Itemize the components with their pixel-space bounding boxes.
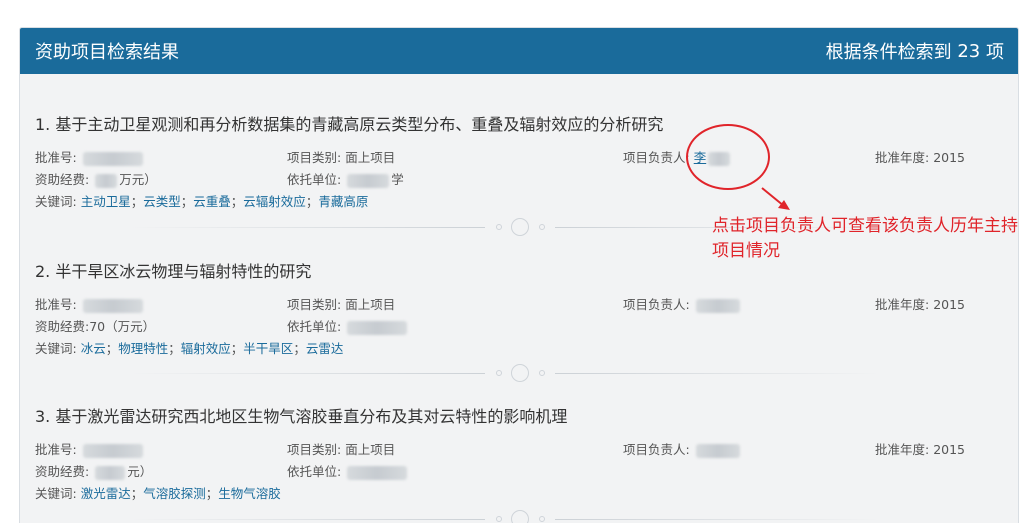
item-divider xyxy=(130,364,880,384)
approval-no: 批准号: xyxy=(35,439,145,461)
keyword-separator: ； xyxy=(230,341,244,356)
redacted-value xyxy=(695,298,740,313)
keyword-separator: ； xyxy=(205,486,219,501)
redacted-value xyxy=(95,173,118,188)
funding: 资助经费: 万元） xyxy=(35,172,157,188)
keyword-separator: ； xyxy=(130,194,144,209)
redacted-value xyxy=(347,173,390,188)
funding: 资助经费:70（万元） xyxy=(35,319,156,334)
host-org: 依托单位: 学 xyxy=(287,172,404,188)
approval-no: 批准号: xyxy=(35,294,145,316)
redacted-value xyxy=(695,443,740,458)
keyword-link[interactable]: 气溶胶探测 xyxy=(143,486,206,501)
search-results-panel: 资助项目检索结果 根据条件检索到 23 项 1. 基于主动卫星观测和再分析数据集… xyxy=(19,27,1019,523)
keyword-link[interactable]: 云类型 xyxy=(143,194,181,209)
keyword-separator: ； xyxy=(305,194,319,209)
project-category: 项目类别: 面上项目 xyxy=(287,297,396,312)
approval-year: 批准年度: 2015 xyxy=(875,442,966,457)
annotation-text: 点击项目负责人可查看该负责人历年主持项目情况 xyxy=(712,216,1018,261)
project-category: 项目类别: 面上项目 xyxy=(287,150,396,165)
results-count-suffix: 项 xyxy=(986,42,1004,63)
approval-year: 批准年度: 2015 xyxy=(875,150,966,165)
results-header: 资助项目检索结果 根据条件检索到 23 项 xyxy=(20,28,1018,74)
keyword-separator: ； xyxy=(105,341,119,356)
redacted-value xyxy=(347,320,408,335)
keyword-list: 激光雷达；气溶胶探测；生物气溶胶 xyxy=(81,486,281,501)
funding: 资助经费: 元） xyxy=(35,464,153,480)
annotation-circle xyxy=(686,124,770,190)
keyword-link[interactable]: 青藏高原 xyxy=(318,194,368,209)
keyword-link[interactable]: 激光雷达 xyxy=(81,486,131,501)
project-title[interactable]: 1. 基于主动卫星观测和再分析数据集的青藏高原云类型分布、重叠及辐射效应的分析研… xyxy=(35,113,1005,137)
project-item: 2. 半干旱区冰云物理与辐射特性的研究 批准号: 项目类别: 面上项目 项目负责… xyxy=(35,260,1005,360)
approval-year: 批准年度: 2015 xyxy=(875,297,966,312)
redacted-value xyxy=(82,298,143,313)
keywords: 关键词: 主动卫星；云类型；云重叠；云辐射效应；青藏高原 xyxy=(35,194,369,209)
keyword-link[interactable]: 生物气溶胶 xyxy=(218,486,281,501)
keyword-link[interactable]: 冰云 xyxy=(81,341,106,356)
keywords: 关键词: 冰云；物理特性；辐射效应；半干旱区；云雷达 xyxy=(35,341,344,356)
host-org: 依托单位: xyxy=(287,316,409,338)
project-item: 3. 基于激光雷达研究西北地区生物气溶胶垂直分布及其对云特性的影响机理 批准号:… xyxy=(35,405,1005,505)
item-divider xyxy=(130,510,880,523)
keyword-list: 主动卫星；云类型；云重叠；云辐射效应；青藏高原 xyxy=(81,194,369,209)
keyword-separator: ； xyxy=(130,486,144,501)
redacted-value xyxy=(82,443,143,458)
project-title[interactable]: 3. 基于激光雷达研究西北地区生物气溶胶垂直分布及其对云特性的影响机理 xyxy=(35,405,1005,429)
keyword-link[interactable]: 物理特性 xyxy=(118,341,168,356)
project-item: 1. 基于主动卫星观测和再分析数据集的青藏高原云类型分布、重叠及辐射效应的分析研… xyxy=(35,113,1005,213)
keywords: 关键词: 激光雷达；气溶胶探测；生物气溶胶 xyxy=(35,486,281,501)
host-org: 依托单位: xyxy=(287,461,409,483)
approval-no: 批准号: xyxy=(35,147,145,169)
results-count: 根据条件检索到 23 项 xyxy=(826,38,1004,64)
keyword-separator: ； xyxy=(180,194,194,209)
results-title: 资助项目检索结果 xyxy=(35,42,179,63)
keyword-separator: ； xyxy=(293,341,306,356)
keyword-link[interactable]: 半干旱区 xyxy=(243,341,293,356)
keyword-link[interactable]: 主动卫星 xyxy=(81,194,131,209)
keyword-list: 冰云；物理特性；辐射效应；半干旱区；云雷达 xyxy=(81,341,344,356)
redacted-value xyxy=(95,465,126,480)
results-count-number: 23 xyxy=(957,40,981,62)
project-leader: 项目负责人: xyxy=(623,439,742,461)
project-leader: 项目负责人: xyxy=(623,294,742,316)
redacted-value xyxy=(347,465,408,480)
keyword-separator: ； xyxy=(230,194,244,209)
keyword-link[interactable]: 云雷达 xyxy=(306,341,344,356)
redacted-value xyxy=(82,151,143,166)
results-count-prefix: 根据条件检索到 xyxy=(825,42,952,63)
annotation-arrow-icon xyxy=(761,187,790,210)
project-category: 项目类别: 面上项目 xyxy=(287,442,396,457)
keyword-separator: ； xyxy=(168,341,181,356)
keyword-link[interactable]: 云重叠 xyxy=(193,194,231,209)
keyword-link[interactable]: 云辐射效应 xyxy=(243,194,306,209)
keyword-link[interactable]: 辐射效应 xyxy=(181,341,231,356)
